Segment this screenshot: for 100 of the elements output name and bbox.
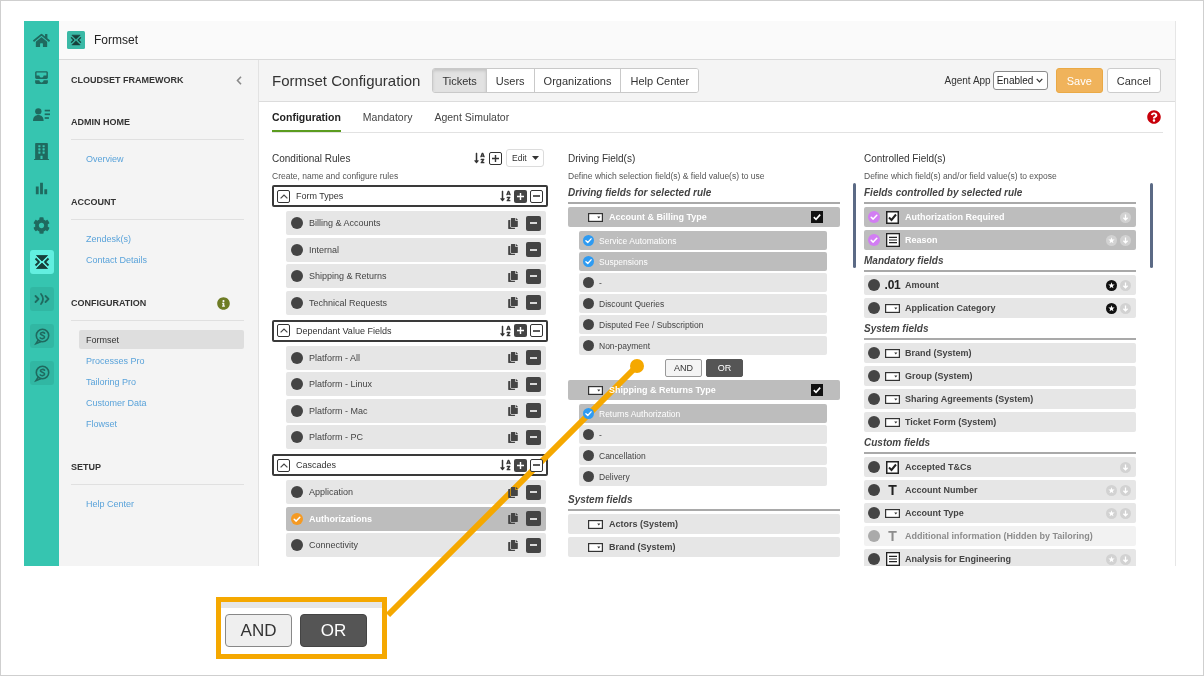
home-icon[interactable] <box>33 31 50 49</box>
remove-button[interactable] <box>526 295 541 310</box>
copy-icon[interactable] <box>508 486 518 498</box>
tab[interactable]: Help Center <box>620 69 699 92</box>
sidebar-link[interactable]: Formset <box>79 330 244 349</box>
field-item[interactable]: Application Category <box>864 298 1136 318</box>
info-icon[interactable] <box>217 296 230 310</box>
speech-bubble-icon[interactable] <box>29 361 54 385</box>
star-icon[interactable] <box>1106 234 1117 246</box>
field-item[interactable]: Account Type <box>864 503 1136 523</box>
tab[interactable]: Tickets <box>433 69 486 92</box>
star-icon[interactable] <box>1106 553 1117 565</box>
value-item[interactable]: - <box>579 273 827 292</box>
add-button[interactable] <box>489 151 502 165</box>
remove-button[interactable] <box>526 537 541 553</box>
edit-menu-button[interactable]: Edit <box>506 149 544 167</box>
rule-item[interactable]: Platform - All <box>286 345 546 370</box>
rule-item[interactable]: Application <box>286 480 546 504</box>
value-item[interactable]: Cancellation <box>579 446 827 465</box>
field-item[interactable]: T Account Number <box>864 480 1136 500</box>
cancel-button[interactable]: Cancel <box>1106 68 1161 93</box>
copy-icon[interactable] <box>508 539 518 551</box>
scrollbar-thumb[interactable] <box>853 183 856 268</box>
copy-icon[interactable] <box>508 431 518 443</box>
operator-button[interactable]: OR <box>706 359 743 377</box>
rule-item[interactable]: Technical Requests <box>286 290 546 315</box>
remove-button[interactable] <box>526 268 541 284</box>
value-item[interactable]: Non-payment <box>579 336 827 355</box>
field-item[interactable]: Accepted T&Cs <box>864 457 1136 477</box>
rule-item[interactable]: Internal <box>286 237 546 262</box>
operator-button[interactable]: OR <box>300 614 367 647</box>
remove-button[interactable] <box>530 189 543 203</box>
copy-icon[interactable] <box>508 217 518 229</box>
subtab[interactable]: Agent Simulator <box>434 102 510 132</box>
field-item[interactable]: .01 Amount <box>864 275 1136 295</box>
star-icon[interactable] <box>1106 507 1117 519</box>
rule-item[interactable]: Billing & Accounts <box>286 211 546 235</box>
star-icon[interactable] <box>1106 279 1117 291</box>
copy-icon[interactable] <box>508 513 518 524</box>
rule-item[interactable]: Connectivity <box>286 533 546 557</box>
subtab[interactable]: Mandatory <box>362 102 413 132</box>
subtab[interactable]: Configuration <box>272 102 341 132</box>
star-icon[interactable] <box>1106 484 1117 496</box>
remove-button[interactable] <box>526 242 541 257</box>
remove-button[interactable] <box>526 429 541 445</box>
copy-icon[interactable] <box>508 405 518 416</box>
sort-icon[interactable] <box>500 324 511 337</box>
sort-icon[interactable] <box>500 190 511 202</box>
copy-icon[interactable] <box>508 378 518 390</box>
field-item[interactable]: Ticket Form (System) <box>864 412 1136 432</box>
cross-arrows-icon[interactable] <box>29 250 54 274</box>
remove-button[interactable] <box>526 511 541 526</box>
field-item[interactable]: Brand (System) <box>864 343 1136 363</box>
operator-button[interactable]: AND <box>225 614 292 647</box>
contact-list-icon[interactable] <box>33 105 50 123</box>
building-icon[interactable] <box>33 142 50 160</box>
add-button[interactable] <box>514 189 527 203</box>
field-item[interactable]: Actors (System) <box>568 514 840 534</box>
remove-button[interactable] <box>530 458 543 472</box>
value-item[interactable]: - <box>579 425 827 444</box>
value-item[interactable]: Disputed Fee / Subscription <box>579 315 827 334</box>
rule-item[interactable]: Shipping & Returns <box>286 264 546 288</box>
agent-app-select[interactable]: Enabled <box>992 71 1048 90</box>
field-item[interactable]: Brand (System) <box>568 537 840 557</box>
add-button[interactable] <box>514 324 527 337</box>
copy-icon[interactable] <box>508 244 518 255</box>
tray-icon[interactable] <box>33 68 50 86</box>
value-item[interactable]: Discount Queries <box>579 294 827 313</box>
settings-icon[interactable] <box>33 216 50 234</box>
checkbox[interactable] <box>811 211 823 223</box>
help-icon[interactable] <box>1147 110 1161 124</box>
remove-button[interactable] <box>526 403 541 418</box>
chevrons-icon[interactable] <box>29 287 54 311</box>
remove-button[interactable] <box>526 215 541 231</box>
chevron-left-icon[interactable] <box>236 75 242 85</box>
collapse-button[interactable] <box>277 458 290 472</box>
sort-icon[interactable] <box>500 459 511 471</box>
remove-button[interactable] <box>526 350 541 365</box>
remove-button[interactable] <box>526 484 541 500</box>
star-icon[interactable] <box>1106 302 1117 314</box>
checkbox[interactable] <box>811 384 823 396</box>
operator-button[interactable]: AND <box>665 359 702 377</box>
rule-item[interactable]: Platform - Linux <box>286 372 546 396</box>
copy-icon[interactable] <box>508 270 518 282</box>
rule-item[interactable]: Platform - PC <box>286 425 546 449</box>
field-item[interactable]: Sharing Agreements (System) <box>864 389 1136 409</box>
copy-icon[interactable] <box>508 297 518 308</box>
value-item[interactable]: Delivery <box>579 467 827 486</box>
speech-bubble-icon[interactable] <box>29 324 54 348</box>
sort-icon[interactable] <box>474 152 485 164</box>
copy-icon[interactable] <box>508 352 518 363</box>
scrollbar-thumb[interactable] <box>1150 183 1153 268</box>
rule-item[interactable]: Platform - Mac <box>286 398 546 423</box>
remove-button[interactable] <box>526 376 541 392</box>
field-item[interactable]: Analysis for Engineering <box>864 549 1136 566</box>
collapse-button[interactable] <box>277 324 290 337</box>
collapse-button[interactable] <box>277 189 290 203</box>
field-item[interactable]: Group (System) <box>864 366 1136 386</box>
remove-button[interactable] <box>530 324 543 337</box>
add-button[interactable] <box>514 458 527 472</box>
